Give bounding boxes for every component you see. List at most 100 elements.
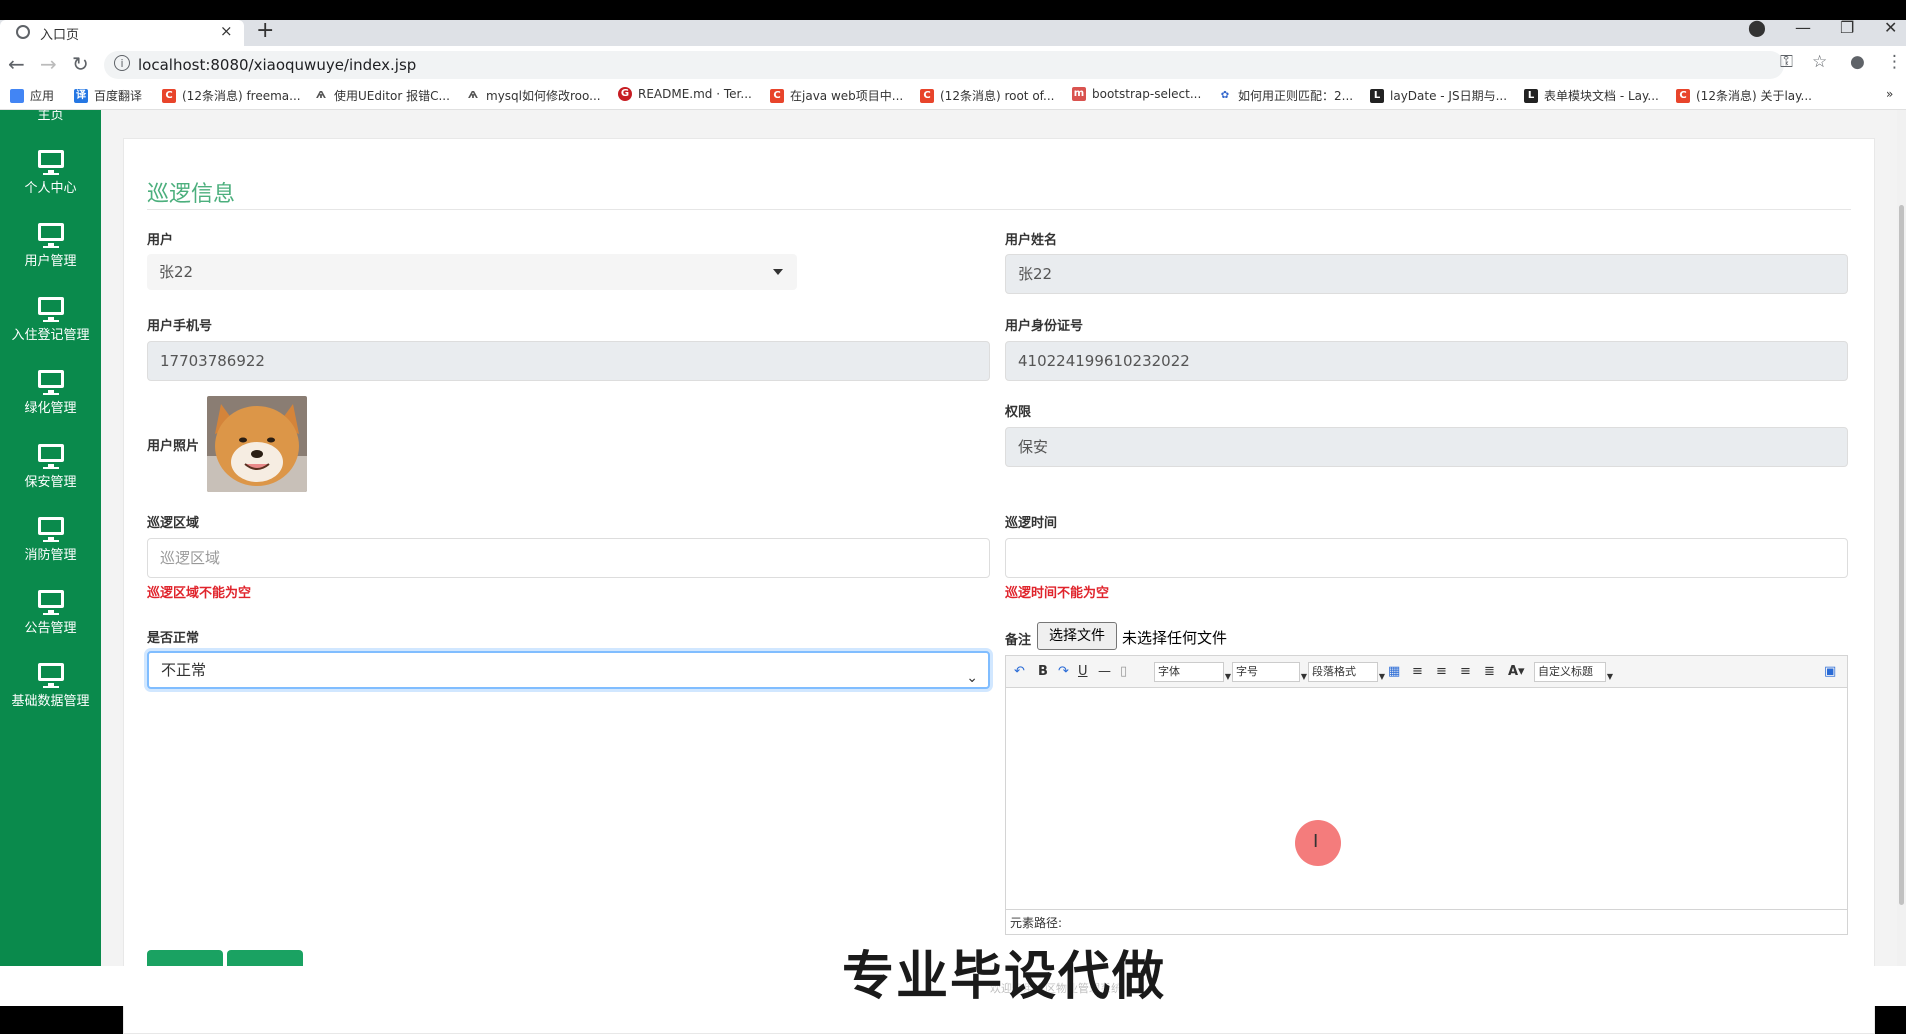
patrol-time-input[interactable] (1005, 538, 1848, 578)
choose-file-button[interactable]: 选择文件 (1037, 622, 1117, 650)
monitor-icon (37, 517, 64, 542)
baidu-paw-icon: ✿ (1218, 88, 1232, 103)
is-normal-select[interactable]: 不正常 ⌄ (147, 651, 990, 689)
shiba-dog-image (207, 396, 307, 492)
url-text[interactable]: localhost:8080/xiaoquwuye/index.jsp (138, 56, 416, 74)
phone-field[interactable]: 17703786922 (147, 341, 990, 381)
bookmark-apps[interactable]: 应用 (10, 87, 54, 104)
dropdown-arrow-icon: ▼ (1378, 672, 1385, 681)
csdn-icon: C (1676, 88, 1690, 103)
bookmark-item[interactable]: 译百度翻译 (74, 87, 142, 104)
video-watermark: 专业毕设代做 (842, 947, 1167, 1007)
reload-icon[interactable]: ↻ (72, 52, 89, 76)
page-title: 巡逻信息 (147, 182, 236, 207)
bookmark-item[interactable]: Ѧ 使用UEditor 报错C... (314, 87, 450, 104)
patrol-area-placeholder: 巡逻区域 (160, 549, 221, 567)
tab-close-icon[interactable]: × (220, 22, 233, 40)
photo-label: 用户照片 (147, 439, 200, 454)
redo-icon[interactable]: ↷ (1058, 664, 1069, 679)
layui-icon: L (1370, 88, 1384, 103)
horizontal-rule-icon[interactable]: — (1098, 664, 1111, 679)
role-field[interactable]: 保安 (1005, 427, 1848, 467)
user-select-value: 张22 (159, 263, 194, 281)
phone-label: 用户手机号 (147, 319, 213, 334)
idcard-field[interactable]: 410224199610232022 (1005, 341, 1848, 381)
bookmark-item[interactable]: Ѧmysql如何修改roo... (466, 87, 601, 104)
dropdown-arrow-icon: ▼ (1606, 672, 1613, 681)
bookmark-item[interactable]: LlayDate - JS日期与... (1370, 87, 1507, 104)
sidebar-item-greening-management[interactable]: 绿化管理 (0, 370, 101, 444)
key-icon[interactable]: ⚿ (1780, 52, 1793, 72)
sidebar-item-home[interactable]: 主页 (0, 110, 101, 123)
table-icon[interactable]: ▦ (1388, 664, 1400, 679)
monitor-icon (37, 370, 64, 395)
mysql-icon: Ѧ (466, 88, 480, 103)
menu-icon[interactable]: ⋮ (1886, 52, 1903, 72)
patrol-area-input[interactable]: 巡逻区域 (147, 538, 990, 578)
sidebar-item-checkin-management[interactable]: 入住登记管理 (0, 297, 101, 371)
forward-icon[interactable]: → (40, 52, 57, 76)
globe-icon (16, 25, 30, 39)
bookmark-item[interactable]: C (12条消息) freema... (162, 87, 301, 104)
info-icon[interactable]: i (114, 55, 130, 71)
bookmark-item[interactable]: L 表单模块文档 - Lay... (1524, 87, 1659, 104)
back-icon[interactable]: ← (8, 52, 25, 76)
align-justify-icon[interactable]: ≣ (1484, 664, 1495, 679)
minimize-icon[interactable]: — (1795, 18, 1811, 37)
rich-text-editor[interactable] (1005, 655, 1848, 935)
align-center-icon[interactable]: ≡ (1436, 664, 1447, 679)
bookmark-item[interactable]: G README.md · Ter... (618, 87, 752, 101)
sidebar-item-fire-management[interactable]: 消防管理 (0, 517, 101, 591)
profile-menu-icon[interactable]: ⬤ (1748, 18, 1766, 37)
star-icon[interactable]: ☆ (1812, 52, 1827, 72)
bookmark-item[interactable]: m bootstrap-select... (1072, 87, 1201, 101)
align-right-icon[interactable]: ≡ (1460, 664, 1471, 679)
bookmark-item[interactable]: C (12条消息) root of... (920, 87, 1054, 104)
bold-icon[interactable]: B (1038, 664, 1048, 679)
csdn-icon: C (920, 88, 934, 103)
idcard-label: 用户身份证号 (1005, 319, 1084, 334)
restore-icon[interactable]: ❐ (1840, 18, 1854, 37)
monitor-icon (37, 297, 64, 322)
sidebar-item-notice-management[interactable]: 公告管理 (0, 590, 101, 664)
patrol-time-error: 巡逻时间不能为空 (1005, 586, 1110, 601)
sidebar-item-user-management[interactable]: 用户管理 (0, 223, 101, 297)
heading-divider (147, 209, 1851, 210)
custom-title-select[interactable]: 自定义标题 ▼ (1534, 662, 1613, 682)
close-window-icon[interactable]: ✕ (1884, 18, 1897, 37)
undo-icon[interactable]: ↶ (1014, 664, 1025, 679)
user-photo (207, 396, 307, 492)
bookmark-item[interactable]: C (12条消息) 关于lay... (1676, 87, 1812, 104)
sidebar-item-personal-center[interactable]: 个人中心 (0, 150, 101, 224)
sidebar-item-basic-data-management[interactable]: 基础数据管理 (0, 663, 101, 737)
document-icon[interactable]: ▯ (1120, 664, 1127, 679)
paragraph-format-select[interactable]: 段落格式 ▼ (1308, 662, 1385, 682)
bookmark-item[interactable]: ✿ 如何用正则匹配：2... (1218, 87, 1353, 104)
element-path-bar: 元素路径: (1006, 909, 1847, 934)
sidebar-item-security-management[interactable]: 保安管理 (0, 444, 101, 518)
gitee-icon: G (618, 87, 632, 101)
fullscreen-icon[interactable]: ▣ (1824, 664, 1836, 679)
user-select[interactable]: 张22 (147, 254, 797, 290)
bookmarks-overflow-icon[interactable]: » (1886, 87, 1893, 101)
align-left-icon[interactable]: ≡ (1412, 664, 1423, 679)
username-field[interactable]: 张22 (1005, 254, 1848, 294)
patrol-time-label: 巡逻时间 (1005, 516, 1058, 531)
underline-icon[interactable]: U (1078, 664, 1088, 679)
file-status-text: 未选择任何文件 (1122, 629, 1228, 647)
remark-label: 备注 (1005, 633, 1032, 648)
font-family-select[interactable]: 字体 ▼ (1154, 662, 1231, 682)
is-normal-label: 是否正常 (147, 631, 200, 646)
account-icon[interactable]: ● (1850, 52, 1865, 72)
font-size-select[interactable]: 字号 ▼ (1232, 662, 1307, 682)
font-color-icon[interactable]: A▾ (1508, 664, 1525, 679)
new-tab-button[interactable]: + (256, 18, 274, 43)
bookmark-item[interactable]: C 在java web项目中... (770, 87, 903, 104)
scrollbar-thumb[interactable] (1899, 205, 1904, 905)
patrol-area-error: 巡逻区域不能为空 (147, 586, 252, 601)
monitor-icon (37, 590, 64, 615)
role-label: 权限 (1005, 405, 1032, 420)
csdn-icon: C (770, 88, 784, 103)
browser-tab[interactable]: 入口页 × (0, 20, 244, 46)
address-bar[interactable]: i localhost:8080/xiaoquwuye/index.jsp (104, 51, 1784, 79)
